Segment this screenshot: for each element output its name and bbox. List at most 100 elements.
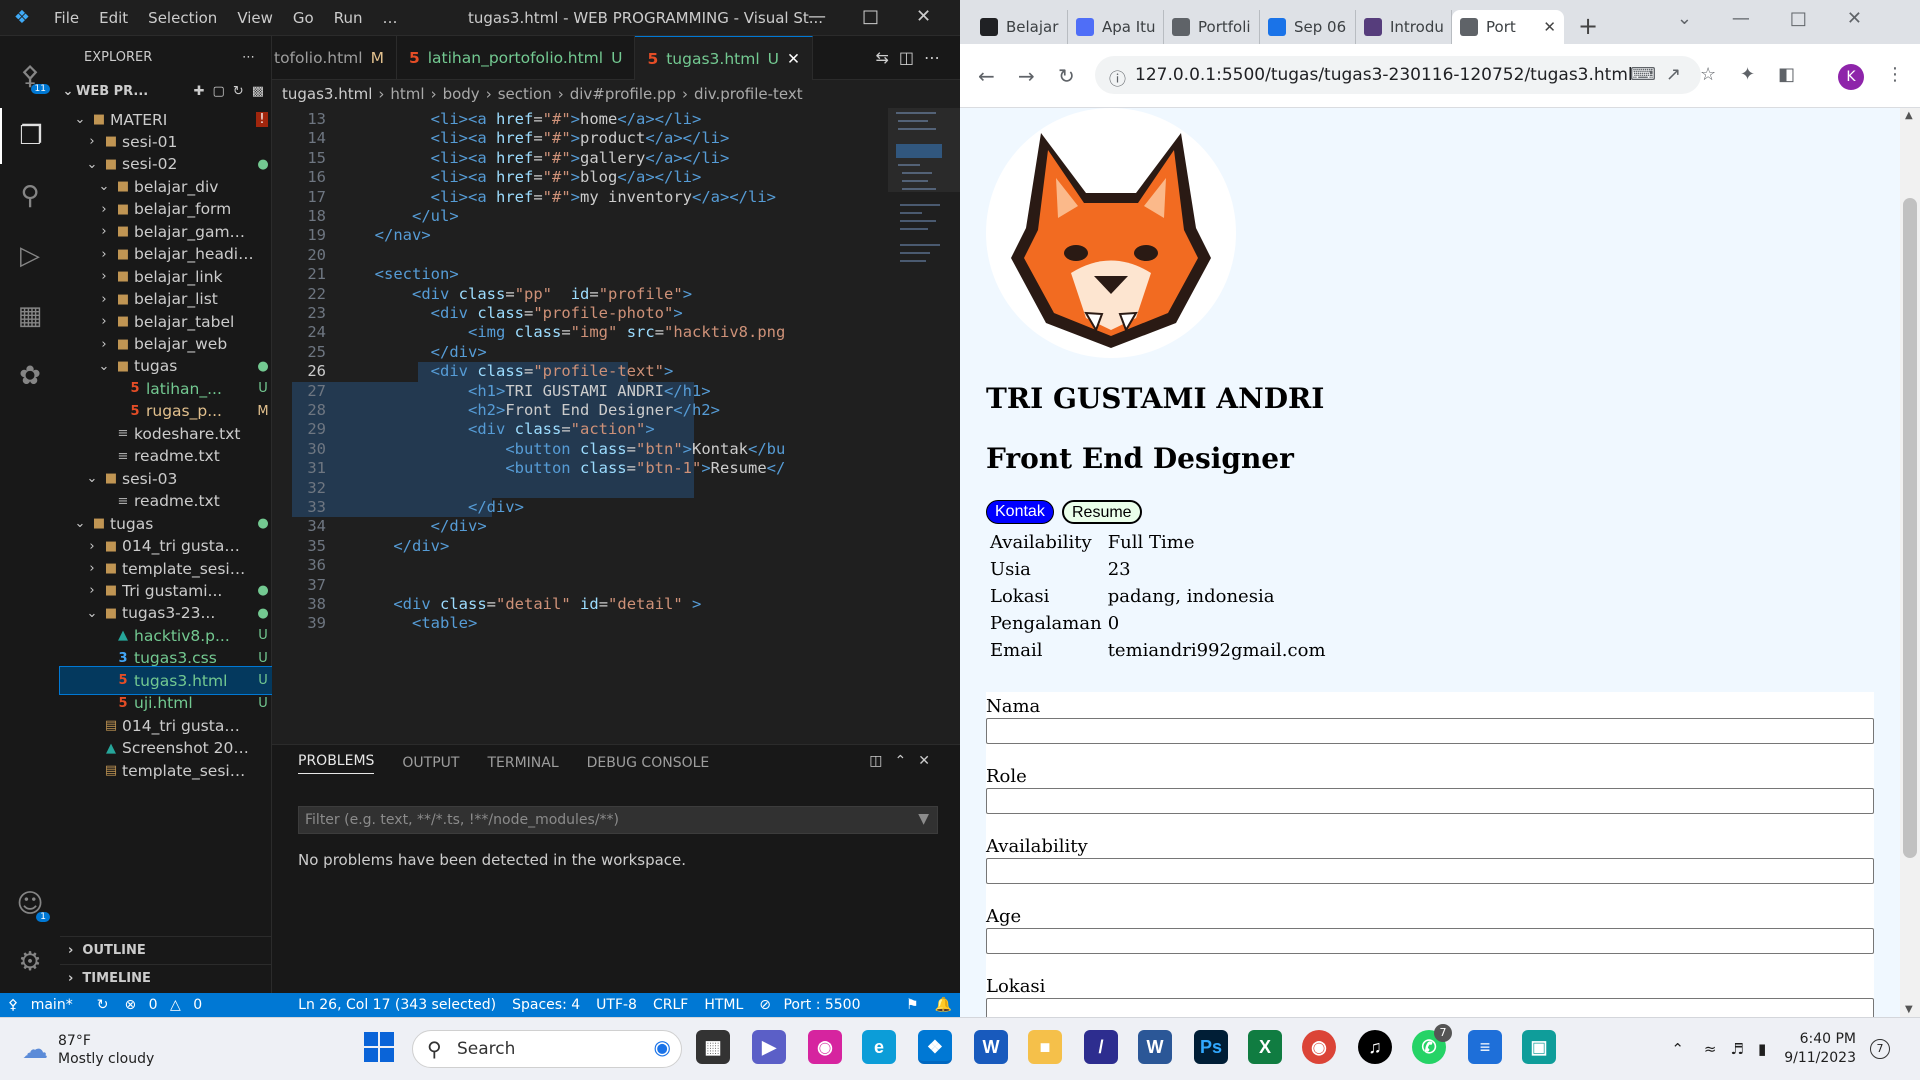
address-bar[interactable]: ⓘ 127.0.0.1:5500/tugas/tugas3-230116-1207… (1095, 56, 1701, 94)
breadcrumb-item[interactable]: section (498, 85, 552, 103)
form-input[interactable] (986, 718, 1874, 744)
source-control-icon[interactable]: ⚴ 11 (0, 48, 60, 104)
notification-count[interactable]: 7 (1870, 1039, 1890, 1059)
instagram-icon[interactable]: ◉ (808, 1030, 842, 1064)
vscode-taskbar-icon[interactable]: ❖ (918, 1030, 952, 1064)
tab-close-icon[interactable]: ✕ (1543, 18, 1556, 36)
battery-icon[interactable]: ▮ (1758, 1040, 1766, 1058)
resume-button[interactable]: Resume (1062, 500, 1142, 524)
volume-icon[interactable]: ♬ (1730, 1040, 1743, 1058)
encoding[interactable]: UTF-8 (596, 997, 637, 1013)
filter-icon[interactable]: ▼ (918, 811, 929, 827)
scroll-up-icon[interactable]: ▲ (1905, 110, 1913, 121)
site-info-icon[interactable]: ⓘ (1109, 65, 1126, 90)
bing-icon[interactable]: ◉ (654, 1035, 671, 1059)
notepad-icon[interactable]: ≡ (1468, 1030, 1502, 1064)
breadcrumb-item[interactable]: div.profile-text (694, 85, 803, 103)
more-actions-icon[interactable]: ⋯ (242, 50, 255, 65)
browser-tab[interactable]: Sep 06 (1260, 10, 1356, 44)
end-of-line[interactable]: CRLF (653, 997, 688, 1013)
indentation[interactable]: Spaces: 4 (512, 997, 580, 1013)
live-server-port[interactable]: ⊘ Port : 5500 (759, 997, 868, 1013)
photoshop-icon[interactable]: Ps (1194, 1030, 1228, 1064)
wps-icon[interactable]: W (1138, 1030, 1172, 1064)
timeline-section[interactable]: › TIMELINE (60, 964, 272, 992)
share-icon[interactable]: ↗ (1666, 64, 1681, 85)
panel-tab[interactable]: TERMINAL (487, 755, 558, 771)
tree-item[interactable]: ▤ template_sesi02... (60, 757, 272, 784)
browser-tab[interactable]: Apa Itu (1068, 10, 1164, 44)
editor-actions[interactable]: ⇆◫⋯ (875, 48, 950, 67)
close-icon[interactable]: ✕ (916, 6, 931, 27)
tiktok-icon[interactable]: ♫ (1358, 1030, 1392, 1064)
breadcrumb-item[interactable]: tugas3.html (282, 85, 372, 103)
new-tab-button[interactable]: + (1564, 12, 1612, 44)
scroll-down-icon[interactable]: ▼ (1905, 1004, 1913, 1015)
breadcrumb-item[interactable]: html (390, 85, 424, 103)
taskbar-search[interactable]: ⚲ Search ◉ (412, 1030, 682, 1068)
menu-item[interactable]: Go (283, 9, 324, 27)
app-icon[interactable]: / (1084, 1030, 1118, 1064)
reload-icon[interactable]: ↻ (1058, 64, 1075, 88)
edge-icon[interactable]: e (862, 1030, 896, 1064)
run-debug-icon[interactable]: ▷ (0, 228, 60, 284)
weather-widget[interactable]: ☁ 87°F Mostly cloudy (22, 1032, 154, 1068)
notifications-icon[interactable]: 🔔 (935, 997, 952, 1013)
back-icon[interactable]: ← (978, 64, 995, 88)
meet-icon[interactable]: ▶ (752, 1030, 786, 1064)
form-input[interactable] (986, 998, 1874, 1017)
browser-tab[interactable]: Introdu (1356, 10, 1452, 44)
tab-tugas3[interactable]: 5 tugas3.html U ✕ (635, 36, 814, 80)
app-window-icon[interactable]: ▣ (1522, 1030, 1556, 1064)
minimize-icon[interactable]: — (808, 6, 826, 27)
extensions-puzzle-icon[interactable]: ✦ (1740, 64, 1755, 85)
explorer-actions[interactable]: ✚▢↻▩ (194, 84, 272, 99)
language-mode[interactable]: HTML (704, 997, 743, 1013)
menu-item[interactable]: Selection (138, 9, 227, 27)
browser-tab[interactable]: Port ✕ (1452, 10, 1564, 44)
cursor-position[interactable]: Ln 26, Col 17 (343 selected) (298, 997, 496, 1013)
panel-controls[interactable]: ◫⌃✕ (869, 753, 942, 769)
form-input[interactable] (986, 788, 1874, 814)
start-button[interactable] (364, 1032, 394, 1062)
problems-indicator[interactable]: ⊗ 0 △ 0 (124, 997, 210, 1013)
breadcrumb-item[interactable]: body (443, 85, 480, 103)
accounts-icon[interactable]: ☺ 1 (0, 876, 60, 932)
scrollbar-thumb[interactable] (1903, 198, 1917, 858)
panel-tab[interactable]: OUTPUT (402, 755, 459, 771)
menu-item[interactable]: File (44, 9, 89, 27)
file-explorer-icon[interactable]: ■ (1028, 1030, 1062, 1064)
word-icon[interactable]: W (974, 1030, 1008, 1064)
form-input[interactable] (986, 928, 1874, 954)
tray-overflow-icon[interactable]: ⌃ (1671, 1040, 1684, 1058)
excel-icon[interactable]: X (1248, 1030, 1282, 1064)
browser-tab[interactable]: Portfoli (1164, 10, 1260, 44)
extensions-icon[interactable]: ▦ (0, 288, 60, 344)
clock[interactable]: 6:40 PM 9/11/2023 (1784, 1030, 1856, 1068)
outline-section[interactable]: › OUTLINE (60, 936, 272, 964)
workspace-header[interactable]: ⌄ WEB PR... ✚▢↻▩ (60, 78, 272, 105)
tab-portofolio[interactable]: tofolio.html M (272, 36, 397, 80)
explorer-icon[interactable]: ❐ (0, 108, 60, 164)
forward-icon[interactable]: → (1018, 64, 1035, 88)
panel-tab[interactable]: PROBLEMS (298, 753, 375, 774)
menu-item[interactable]: Run (324, 9, 373, 27)
settings-gear-icon[interactable]: ⚙ (0, 934, 60, 990)
sync-icon[interactable]: ↻ (97, 997, 109, 1013)
tab-latihan-portofolio[interactable]: 5 latihan_portofolio.html U (397, 36, 636, 80)
search-icon[interactable]: ⚲ (0, 168, 60, 224)
breadcrumb-item[interactable]: div#profile.pp (570, 85, 676, 103)
side-panel-icon[interactable]: ◧ (1778, 64, 1795, 85)
minimap[interactable] (888, 108, 960, 744)
browser-tab[interactable]: Belajar (972, 10, 1068, 44)
chrome-taskbar-icon[interactable]: ◉ (1302, 1030, 1336, 1064)
wifi-icon[interactable]: ≈ (1704, 1040, 1717, 1058)
page-scrollbar[interactable]: ▲ ▼ (1900, 108, 1920, 1017)
branch-indicator[interactable]: ⚴ main* (8, 997, 81, 1013)
chrome-menu-icon[interactable]: ⋮ (1886, 64, 1904, 85)
bookmark-star-icon[interactable]: ☆ (1700, 64, 1716, 85)
task-view-icon[interactable]: ▦ (696, 1030, 730, 1064)
menu-item[interactable]: Edit (89, 9, 138, 27)
profile-avatar[interactable]: K (1838, 64, 1864, 90)
python-icon[interactable]: ✿ (0, 348, 60, 404)
